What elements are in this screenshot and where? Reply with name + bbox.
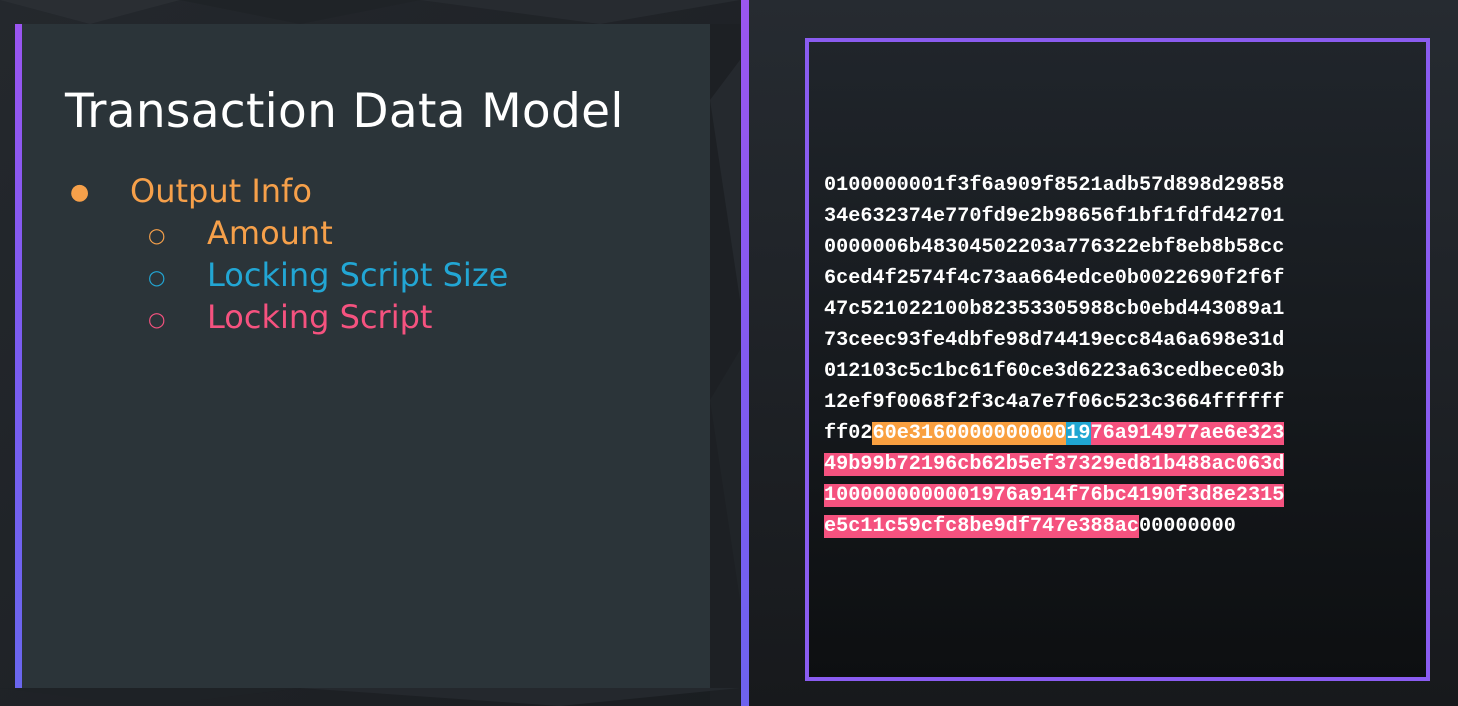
hex-segment: 6ced4f2574f4c73aa664edce0b0022690f2f6f <box>824 267 1285 290</box>
hex-line: 12ef9f0068f2f3c4a7e7f06c523c3664ffffff <box>824 387 1284 418</box>
hex-line: 73ceec93fe4dbfe98d74419ecc84a6a698e31d <box>824 325 1284 356</box>
hex-line: 34e632374e770fd9e2b98656f1bf1fdfd42701 <box>824 201 1284 232</box>
sub-bullet-icon: ○ <box>148 223 166 247</box>
hex-segment: ff02 <box>824 422 873 445</box>
hex-segment-pink: 76a914977ae6e323 <box>1090 422 1285 445</box>
bullet-label: Amount <box>207 214 333 252</box>
bullet-icon: ● <box>70 180 90 205</box>
hex-line: 1000000000001976a914f76bc4190f3d8e2315 <box>824 480 1285 511</box>
slide-divider <box>741 0 749 706</box>
bullet-locking-script-size: ○ Locking Script Size <box>70 256 690 298</box>
hex-segment-pink: 49b99b72196cb62b5ef37329ed81b488ac063d <box>824 453 1285 476</box>
hex-segment-pink: 1000000000001976a914f76bc4190f3d8e2315 <box>824 484 1285 507</box>
bullet-label: Locking Script Size <box>207 256 509 294</box>
hex-line: 6ced4f2574f4c73aa664edce0b0022690f2f6f <box>824 263 1284 294</box>
hex-segment: 012103c5c1bc61f60ce3d6223a63cedbece03b <box>824 360 1285 383</box>
bullet-label: Locking Script <box>207 298 433 336</box>
slide-title: Transaction Data Model <box>65 84 624 139</box>
hex-line: 0100000001f3f6a909f8521adb57d898d29858 <box>824 170 1284 201</box>
slide-panel: Transaction Data Model ● Output Info ○ A… <box>15 24 710 688</box>
hex-line: 012103c5c1bc61f60ce3d6223a63cedbece03b <box>824 356 1284 387</box>
accent-bar <box>15 24 22 688</box>
hex-segment: 73ceec93fe4dbfe98d74419ecc84a6a698e31d <box>824 329 1285 352</box>
hex-line: 0000006b48304502203a776322ebf8eb8b58cc <box>824 232 1284 263</box>
bullet-label: Output Info <box>130 172 312 210</box>
hex-segment-orange: 60e3160000000000 <box>872 422 1067 445</box>
hex-segment: 12ef9f0068f2f3c4a7e7f06c523c3664ffffff <box>824 391 1285 414</box>
bullet-amount: ○ Amount <box>70 214 690 256</box>
hex-line: e5c11c59cfc8be9df747e388ac00000000 <box>824 511 1284 542</box>
sub-bullet-icon: ○ <box>148 265 166 289</box>
bullet-output-info: ● Output Info <box>70 172 690 214</box>
sub-bullet-icon: ○ <box>148 307 166 331</box>
hex-line: 47c521022100b82353305988cb0ebd443089a1 <box>824 294 1284 325</box>
hex-segment: 34e632374e770fd9e2b98656f1bf1fdfd42701 <box>824 205 1285 228</box>
hex-segment-blue: 19 <box>1066 422 1091 445</box>
hex-line: 49b99b72196cb62b5ef37329ed81b488ac063d <box>824 449 1285 480</box>
bullet-locking-script: ○ Locking Script <box>70 298 690 340</box>
hex-segment: 0000006b48304502203a776322ebf8eb8b58cc <box>824 236 1285 259</box>
hex-segment: 47c521022100b82353305988cb0ebd443089a1 <box>824 298 1285 321</box>
raw-transaction-box: 0100000001f3f6a909f8521adb57d898d29858 34… <box>805 38 1430 681</box>
hex-segment: 00000000 <box>1138 515 1236 538</box>
hex-line: ff0260e31600000000001976a914977ae6e323 <box>824 418 1285 449</box>
hex-segment: 0100000001f3f6a909f8521adb57d898d29858 <box>824 174 1285 197</box>
hex-segment-pink: e5c11c59cfc8be9df747e388ac <box>824 515 1139 538</box>
bullet-list: ● Output Info ○ Amount ○ Locking Script … <box>70 172 690 340</box>
raw-transaction-hex: 0100000001f3f6a909f8521adb57d898d29858 34… <box>824 170 1285 542</box>
